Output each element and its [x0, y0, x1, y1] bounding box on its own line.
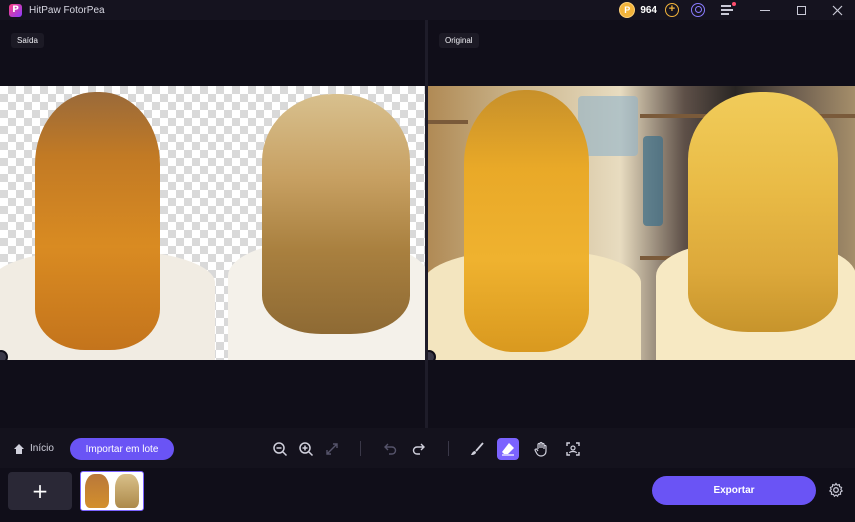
- edit-toolbar: Início Importar em lote: [0, 428, 855, 468]
- add-credits-button[interactable]: +: [665, 3, 679, 17]
- export-button[interactable]: Exportar: [652, 476, 816, 505]
- shelf: [428, 120, 468, 124]
- output-label: Saída: [11, 33, 44, 48]
- eraser-button[interactable]: [497, 438, 519, 460]
- app-window: P HitPaw FotorPea P 964 + Saída Original…: [0, 0, 855, 522]
- hair-right: [262, 94, 410, 334]
- notification-dot: [732, 2, 736, 6]
- undo-icon: [384, 443, 397, 455]
- title-bar: P HitPaw FotorPea P 964 +: [0, 0, 855, 20]
- thumb-hair-left: [85, 474, 109, 508]
- close-button[interactable]: [819, 0, 855, 20]
- bottom-bar: + Exportar: [0, 468, 855, 522]
- zoom-in-icon: [299, 442, 314, 457]
- hair-left: [464, 90, 589, 352]
- output-image[interactable]: [0, 86, 425, 360]
- scan-button[interactable]: [564, 440, 582, 458]
- image-thumbnail[interactable]: [80, 471, 144, 511]
- app-logo-icon: P: [9, 3, 22, 17]
- toolbar-separator: [448, 441, 449, 456]
- close-icon: [832, 5, 842, 15]
- hand-button[interactable]: [532, 440, 550, 458]
- redo-button[interactable]: [410, 440, 428, 458]
- title-bar-controls: P 964 +: [619, 0, 855, 20]
- menu-icon[interactable]: [721, 2, 736, 15]
- zoom-out-icon: [273, 442, 288, 457]
- zoom-in-button[interactable]: [297, 440, 315, 458]
- home-icon: [14, 443, 24, 454]
- zoom-out-button[interactable]: [271, 440, 289, 458]
- original-image: [428, 86, 855, 360]
- toolbar-separator: [360, 441, 361, 456]
- user-icon[interactable]: [691, 3, 705, 17]
- add-image-button[interactable]: +: [8, 472, 72, 510]
- scan-icon: [566, 442, 580, 456]
- original-panel: Original: [428, 20, 855, 428]
- brush-icon: [471, 442, 484, 455]
- undo-button[interactable]: [381, 440, 399, 458]
- redo-icon: [412, 443, 425, 455]
- hand-icon: [534, 441, 547, 457]
- hair-right: [688, 92, 838, 332]
- fit-screen-icon: [326, 443, 338, 455]
- eraser-icon: [502, 443, 514, 456]
- coin-icon: P: [619, 2, 636, 18]
- brush-button[interactable]: [468, 440, 486, 458]
- thumb-hair-right: [115, 474, 139, 508]
- home-label: Início: [30, 443, 54, 454]
- gear-icon: [828, 482, 844, 498]
- settings-button[interactable]: [828, 482, 844, 498]
- credits-count: 964: [640, 4, 657, 16]
- background-books: [643, 136, 663, 226]
- maximize-button[interactable]: [783, 0, 819, 20]
- home-button[interactable]: Início: [14, 443, 54, 454]
- hair-left: [35, 92, 160, 350]
- original-label: Original: [439, 33, 479, 48]
- app-title: HitPaw FotorPea: [29, 4, 105, 16]
- batch-import-button[interactable]: Importar em lote: [70, 438, 174, 460]
- minimize-button[interactable]: [747, 0, 783, 20]
- output-panel: Saída: [0, 20, 425, 428]
- fit-screen-button[interactable]: [323, 440, 341, 458]
